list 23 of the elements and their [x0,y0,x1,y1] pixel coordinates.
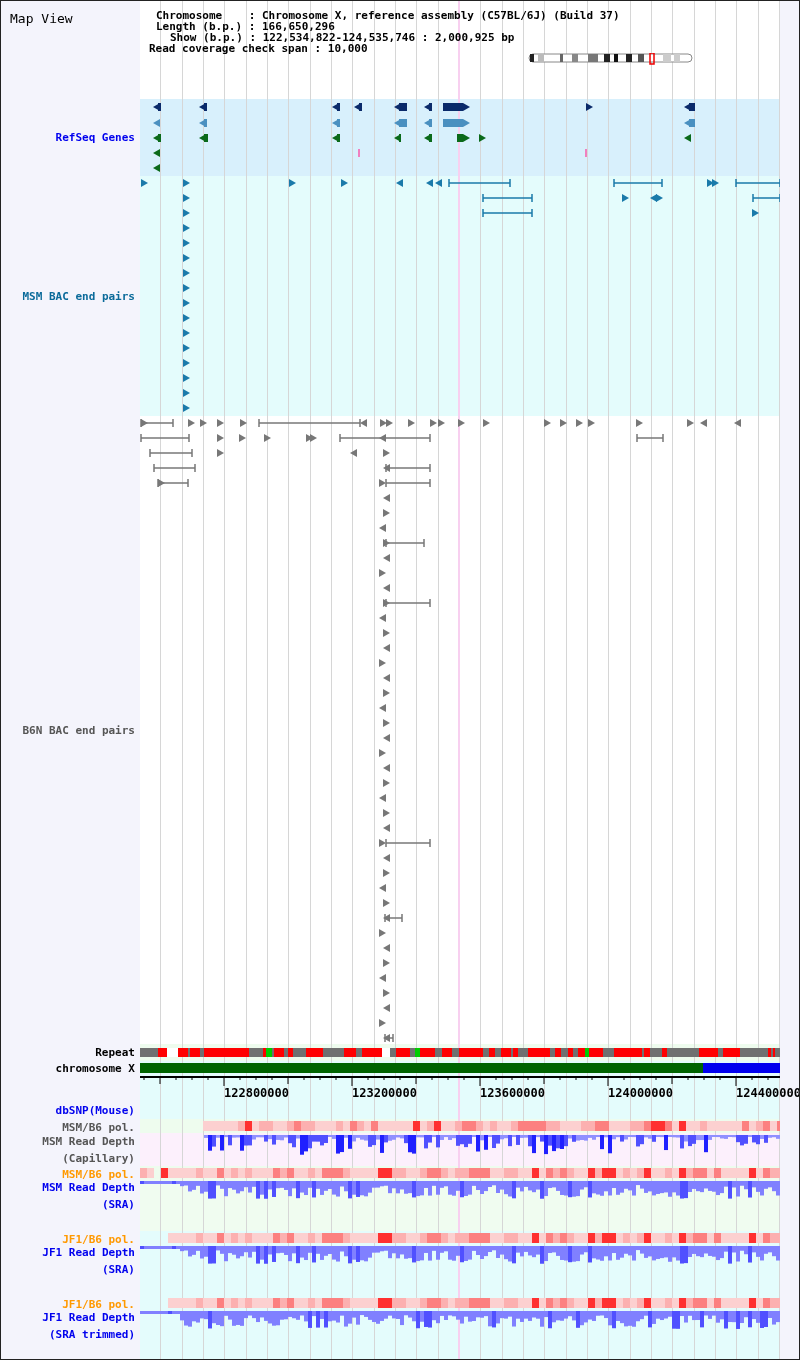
info-text: Chromosome : Chromosome X, reference assembly (C57BL/6J) (Build 37) [156,10,621,21]
ruler-label: 123600000 [480,1086,546,1100]
track-label: MSM Read Depth (SRA) [42,1180,135,1213]
track-label: dbSNP(Mouse) [55,1102,135,1119]
track-label: B6N BAC end pairs [22,722,135,739]
info-text: Read coverage check span : 10,000 [149,43,369,54]
view-title: Map View [10,11,73,26]
track-label: JF1/B6 pol. [62,1232,135,1248]
ruler-label: 124000000 [608,1086,674,1100]
track-label: JF1/B6 pol. [62,1297,135,1313]
track-label: Repeat [95,1045,135,1061]
track-label: MSM/B6 pol. [62,1167,135,1183]
track-label: MSM Read Depth (Capillary) [42,1134,135,1167]
info-text: Show (b.p.) : 122,534,822-124,535,746 : 2,000,925 bp [170,32,516,43]
ruler-label: 123200000 [352,1086,418,1100]
track-label: JF1 Read Depth (SRA) [42,1245,135,1278]
track-label: chromosome X [55,1061,135,1077]
track-label: MSM/B6 pol. [62,1120,135,1136]
info-text: Length (b.p.) : 166,650,296 [156,21,335,32]
ruler-label: 122800000 [224,1086,290,1100]
track-label: RefSeq Genes [55,130,135,146]
track-label: MSM BAC end pairs [22,288,135,305]
track-label: JF1 Read Depth (SRA trimmed) [42,1310,135,1343]
